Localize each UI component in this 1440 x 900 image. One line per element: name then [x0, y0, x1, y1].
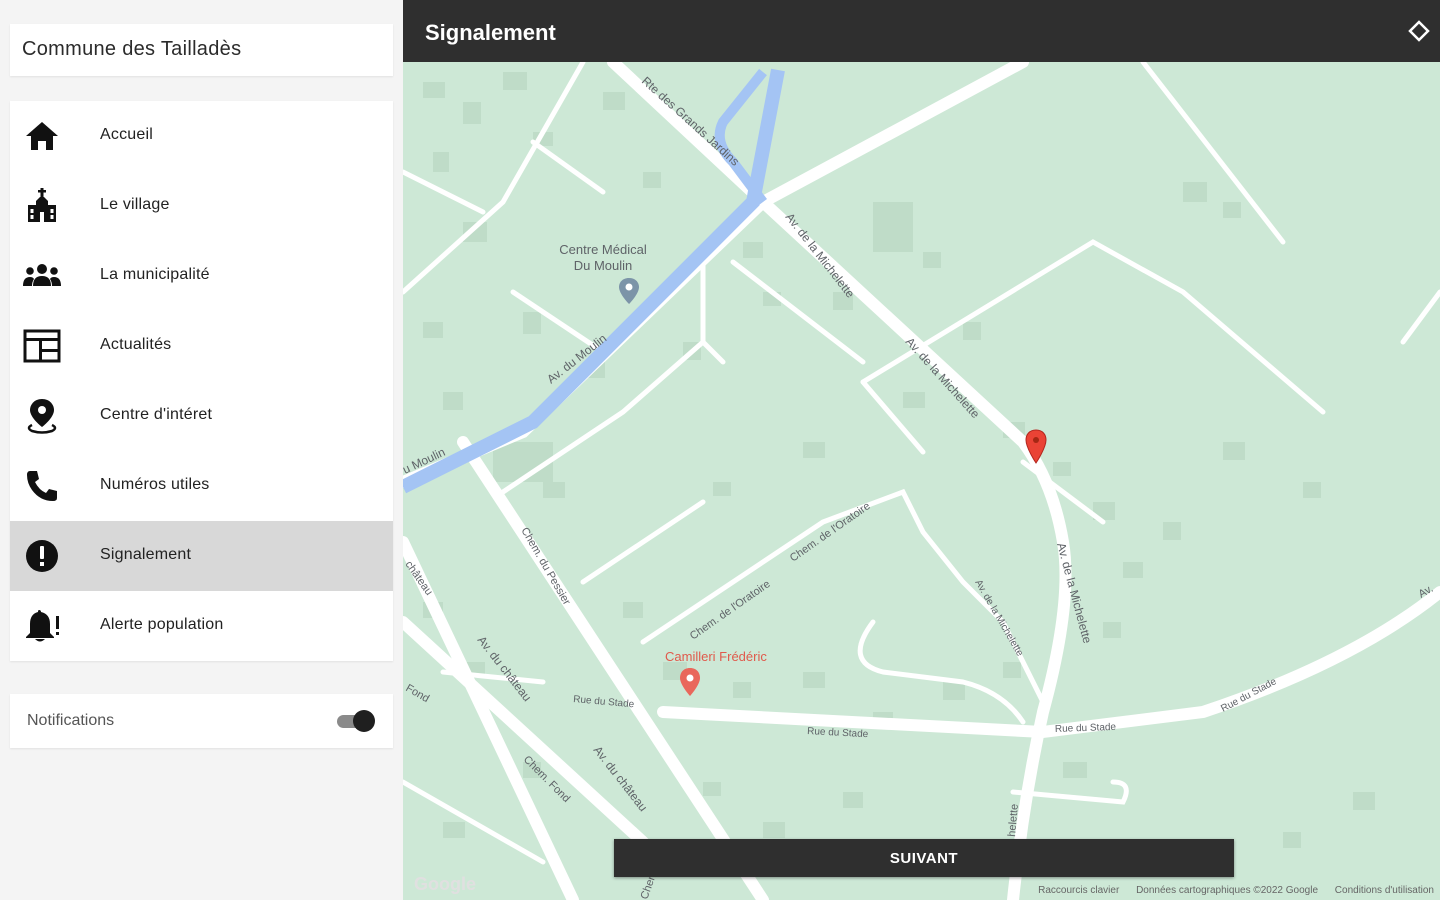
map-footer: Raccourcis clavier Données cartographiqu…: [1024, 885, 1434, 896]
google-logo: Google: [414, 874, 476, 894]
commune-title: Commune des Tailladès: [22, 38, 242, 60]
nav-item-numeros-utiles[interactable]: Numéros utiles: [10, 451, 393, 521]
map-minor-roads: [403, 62, 1440, 865]
keyboard-shortcuts-link[interactable]: Raccourcis clavier: [1038, 885, 1119, 896]
nav-menu: Accueil Le village La municipalité Actua…: [10, 101, 393, 661]
map-canvas: Rte des Grands Jardins Av. de la Michele…: [403, 62, 1440, 900]
nav-item-accueil[interactable]: Accueil: [10, 101, 393, 171]
nav-item-label: Signalement: [100, 546, 192, 563]
nav-item-centre-interet[interactable]: Centre d'intéret: [10, 381, 393, 451]
next-button[interactable]: SUIVANT: [614, 839, 1234, 877]
nav-item-alerte-population[interactable]: Alerte population: [10, 591, 393, 661]
toggle-thumb: [353, 710, 375, 732]
nav-item-label: Le village: [100, 196, 170, 213]
shop-pin-icon: [680, 668, 700, 696]
medical-pin-icon: [619, 278, 639, 304]
church-icon: [22, 188, 62, 224]
notifications-row: Notifications: [10, 694, 393, 748]
diamond-locate-icon[interactable]: [1408, 20, 1430, 42]
news-icon: [22, 328, 62, 364]
map-major-roads: [403, 62, 1440, 900]
nav-item-label: La municipalité: [100, 266, 210, 283]
notifications-label: Notifications: [27, 712, 115, 729]
nav-item-le-village[interactable]: Le village: [10, 171, 393, 241]
sidebar: Commune des Tailladès Accueil Le village…: [0, 0, 403, 900]
poi-label: Du Moulin: [574, 258, 633, 273]
street-label: Chem. du Pessier: [518, 526, 572, 608]
street-label: Rue du Stade: [807, 726, 869, 740]
terms-link[interactable]: Conditions d'utilisation: [1335, 885, 1434, 896]
group-icon: [22, 258, 62, 294]
street-label: Av. de la Michelette: [783, 210, 858, 301]
notifications-toggle[interactable]: [335, 710, 377, 732]
bell-alert-icon: [22, 608, 62, 644]
location-pin-icon: [22, 398, 62, 434]
nav-item-la-municipalite[interactable]: La municipalité: [10, 241, 393, 311]
nav-item-label: Alerte population: [100, 616, 224, 633]
street-label: Rue du Stade: [1055, 722, 1117, 735]
nav-item-label: Accueil: [100, 126, 153, 143]
nav-item-label: Actualités: [100, 336, 172, 353]
phone-icon: [22, 468, 62, 504]
commune-header: Commune des Tailladès: [10, 24, 393, 76]
street-label: Av. de la Michelette: [903, 335, 983, 422]
poi-label: Camilleri Frédéric: [665, 649, 767, 664]
nav-item-label: Numéros utiles: [100, 476, 210, 493]
map-view[interactable]: Rte des Grands Jardins Av. de la Michele…: [403, 62, 1440, 900]
map-data-attribution: Données cartographiques ©2022 Google: [1136, 885, 1319, 896]
nav-item-actualites[interactable]: Actualités: [10, 311, 393, 381]
map-buildings: [423, 72, 1375, 848]
app-bar: Signalement: [403, 0, 1440, 62]
page-title: Signalement: [425, 20, 556, 45]
street-label: Av. de la Michelette: [972, 578, 1025, 659]
street-label: Chem. de l'Oratoire: [788, 500, 873, 564]
poi-medical-center[interactable]: Centre Médical Du Moulin: [559, 242, 647, 304]
nav-item-label: Centre d'intéret: [100, 406, 213, 423]
home-icon: [22, 118, 62, 154]
nav-item-signalement[interactable]: Signalement: [10, 521, 393, 591]
street-label: Chem. de l'Oratoire: [688, 578, 773, 642]
street-label: Fond: [404, 682, 432, 705]
poi-label: Centre Médical: [559, 242, 647, 257]
alert-icon: [22, 538, 62, 574]
street-label: Rue du Stade: [1219, 676, 1279, 715]
